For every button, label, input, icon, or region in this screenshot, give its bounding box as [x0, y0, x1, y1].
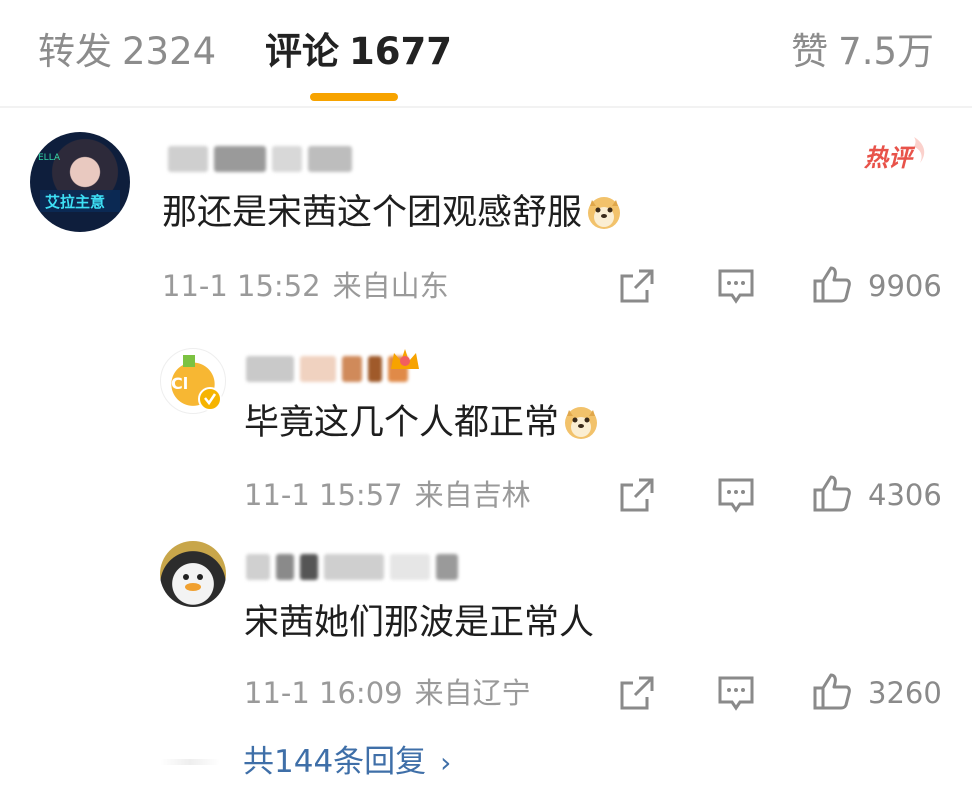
comment-icon	[718, 676, 754, 711]
hot-flame-icon: 热评	[863, 137, 925, 172]
avatar-image: 艾拉主意 ELLA	[38, 153, 120, 212]
hot-comment-badge: 热评	[862, 133, 932, 173]
share-button[interactable]	[617, 475, 657, 515]
reply-date: 11-1 16:09	[244, 676, 403, 710]
avatar[interactable]: 艾拉主意 ELLA	[30, 132, 130, 232]
more-replies-link[interactable]: 共144条回复 ›	[243, 740, 451, 785]
thumbs-up-icon	[813, 673, 851, 710]
tab-repost[interactable]: 转发 2324	[38, 28, 216, 76]
share-icon	[620, 676, 654, 710]
username-blurred[interactable]	[246, 352, 408, 386]
reply-button[interactable]	[716, 266, 756, 306]
vip-crown-badge	[387, 343, 423, 379]
username-blurred[interactable]	[246, 550, 458, 584]
tab-bar: 转发 2324 评论 1677 赞 7.5万	[0, 0, 972, 108]
comment-icon	[718, 478, 754, 513]
tab-repost-count: 2324	[122, 30, 217, 73]
tab-comment[interactable]: 评论 1677	[265, 28, 452, 76]
comment-meta: 11-1 15:52 来自山东	[162, 268, 449, 304]
thumbs-up-icon	[813, 475, 851, 512]
thumbs-up-icon	[813, 266, 851, 303]
like-count: 4306	[868, 478, 942, 512]
avatar-image	[183, 574, 203, 591]
tab-comment-label: 评论	[265, 30, 339, 73]
tab-repost-label: 转发	[38, 30, 112, 73]
reply-content: 宋茜她们那波是正常人	[244, 600, 594, 646]
reply-meta: 11-1 15:57 来自吉林	[244, 477, 531, 513]
reply-date: 11-1 15:57	[244, 478, 403, 512]
reply-meta: 11-1 16:09 来自辽宁	[244, 675, 531, 711]
hot-badge-text: 热评	[863, 144, 916, 172]
share-button[interactable]	[617, 266, 657, 306]
svg-text:Cl: Cl	[171, 374, 188, 393]
more-replies-label: 共144条回复	[243, 744, 427, 780]
tab-like-label: 赞	[791, 30, 829, 73]
like-button[interactable]	[812, 264, 852, 304]
chevron-right-icon: ›	[440, 746, 452, 779]
like-count: 9906	[868, 269, 942, 303]
tab-comment-count: 1677	[349, 30, 452, 73]
share-icon	[620, 269, 654, 303]
comment-date: 11-1 15:52	[162, 269, 321, 303]
avatar[interactable]	[160, 541, 226, 607]
comment-content: 那还是宋茜这个团观感舒服	[162, 190, 622, 236]
doge-emoji-icon	[565, 407, 598, 439]
tab-like-count: 7.5万	[838, 30, 934, 73]
like-button[interactable]	[812, 671, 852, 711]
comment-location: 来自山东	[332, 269, 449, 303]
share-icon	[620, 478, 654, 512]
verified-icon	[198, 387, 222, 411]
share-button[interactable]	[617, 673, 657, 713]
comment-text: 那还是宋茜这个团观感舒服	[162, 193, 583, 233]
verified-badge	[198, 387, 222, 411]
reply-location: 来自辽宁	[414, 676, 531, 710]
svg-text:ELLA: ELLA	[38, 153, 61, 163]
reply-location: 来自吉林	[414, 478, 531, 512]
divider	[160, 759, 220, 765]
tab-like[interactable]: 赞 7.5万	[791, 28, 934, 76]
crown-icon	[391, 349, 419, 369]
reply-button[interactable]	[716, 475, 756, 515]
doge-emoji-icon	[588, 197, 621, 229]
active-tab-indicator	[310, 93, 398, 101]
reply-text: 宋茜她们那波是正常人	[244, 603, 595, 643]
like-count: 3260	[868, 676, 942, 710]
reply-content: 毕竟这几个人都正常	[244, 400, 599, 446]
reply-button[interactable]	[716, 673, 756, 713]
comment-icon	[718, 269, 754, 304]
like-button[interactable]	[812, 473, 852, 513]
reply-text: 毕竟这几个人都正常	[244, 403, 560, 443]
svg-text:艾拉主意: 艾拉主意	[45, 193, 105, 211]
username-blurred[interactable]	[168, 142, 352, 176]
